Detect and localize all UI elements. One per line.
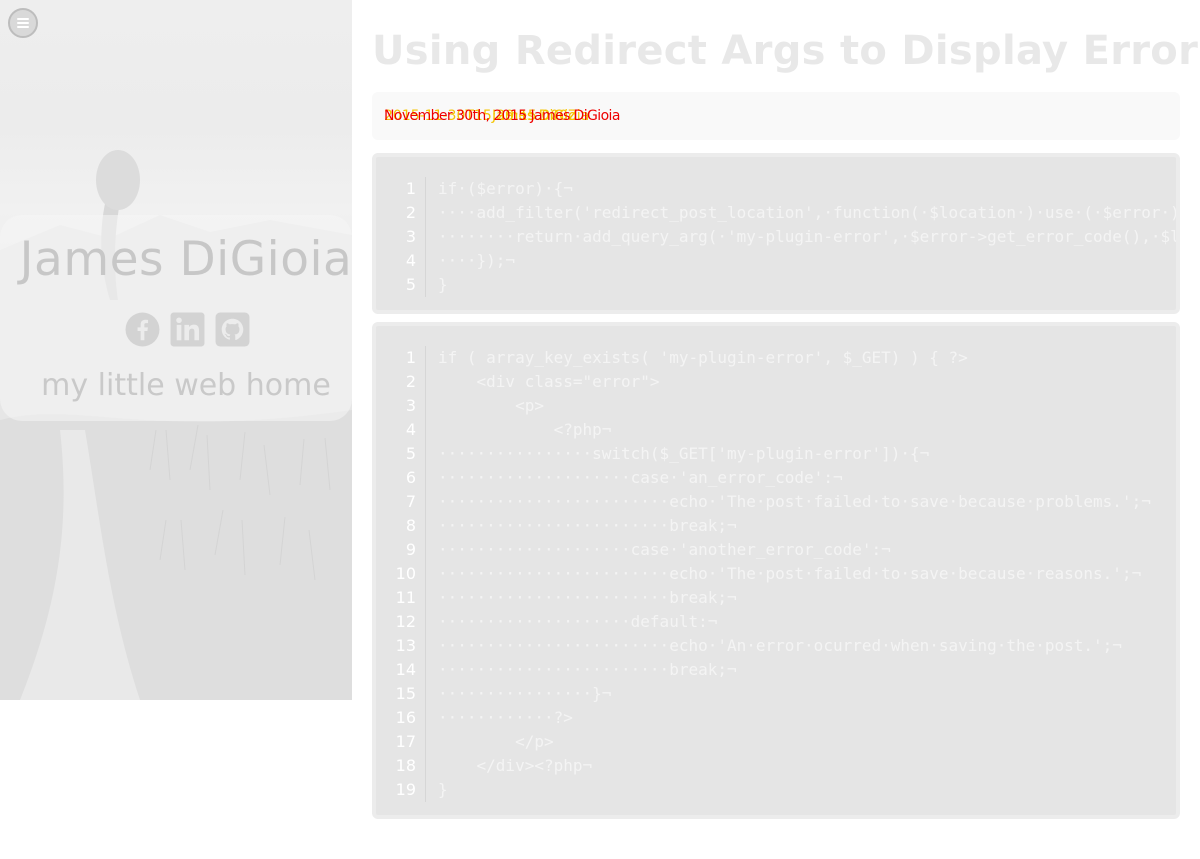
code-text: ····················default:¬ bbox=[438, 612, 718, 631]
line-number: 1 bbox=[405, 348, 416, 367]
code-text: } bbox=[438, 275, 448, 294]
post-title: Using Redirect Args to Display Errors bbox=[372, 28, 1200, 74]
code-line: 4 <?php¬ bbox=[376, 418, 1176, 442]
line-number: 18 bbox=[395, 756, 416, 775]
code-text: ············?> bbox=[438, 708, 573, 727]
code-line: 1 if ( array_key_exists( 'my-plugin-error… bbox=[376, 346, 1176, 370]
line-number: 9 bbox=[405, 540, 416, 559]
line-number: 17 bbox=[395, 732, 416, 751]
line-number: 3 bbox=[405, 227, 416, 246]
line-number: 16 bbox=[395, 708, 416, 727]
code-text: </div><?php¬ bbox=[438, 756, 593, 775]
code-line: 13 ························echo·'An·error… bbox=[376, 634, 1176, 658]
facebook-icon bbox=[125, 312, 160, 347]
code-block: 1 if·($error)·{¬ 2 ····add_filter('redirect… bbox=[372, 153, 1180, 314]
line-number: 4 bbox=[405, 420, 416, 439]
code-text: ····················case·'an_error_code'… bbox=[438, 468, 843, 487]
code-text: <div class="error"> bbox=[438, 372, 660, 391]
code-text: if·($error)·{¬ bbox=[438, 179, 573, 198]
code-text: </p> bbox=[438, 732, 554, 751]
code-line: 5} bbox=[376, 273, 1176, 297]
code-line: 11 ························break;¬ bbox=[376, 586, 1176, 610]
code-text: ····················case·'another_error_… bbox=[438, 540, 891, 559]
code-text: ························break;¬ bbox=[438, 660, 737, 679]
code-text: <?php¬ bbox=[438, 420, 612, 439]
sidebar: James DiGioia my little web home bbox=[0, 0, 352, 700]
menu-toggle-button[interactable] bbox=[8, 8, 38, 38]
line-number: 15 bbox=[395, 684, 416, 703]
code-text: <p> bbox=[438, 396, 544, 415]
code-text: ····add_filter('redirect_post_location',… bbox=[438, 203, 1180, 222]
code-text: if ( array_key_exists( 'my-plugin-error'… bbox=[438, 348, 968, 367]
line-number: 12 bbox=[395, 612, 416, 631]
code-line: 8 ························break;¬ bbox=[376, 514, 1176, 538]
social-links bbox=[124, 311, 251, 348]
line-number: 7 bbox=[405, 492, 416, 511]
code-line: 16 ············?> bbox=[376, 706, 1176, 730]
line-number: 13 bbox=[395, 636, 416, 655]
code-text: ························break;¬ bbox=[438, 588, 737, 607]
github-icon bbox=[215, 312, 250, 347]
line-number: 1 bbox=[405, 179, 416, 198]
line-number: 2 bbox=[405, 372, 416, 391]
line-number: 2 bbox=[405, 203, 416, 222]
code-line: 19} bbox=[376, 778, 1176, 802]
line-number: 6 bbox=[405, 468, 416, 487]
site-author-name[interactable]: James DiGioia bbox=[0, 232, 352, 287]
code-line: 7 ························echo·'The·post·… bbox=[376, 490, 1176, 514]
code-line: 15 ················}¬ bbox=[376, 682, 1176, 706]
line-number: 19 bbox=[395, 780, 416, 799]
code-line: 3 <p> bbox=[376, 394, 1176, 418]
facebook-link[interactable] bbox=[124, 311, 161, 348]
code-text: } bbox=[438, 780, 448, 799]
code-text: ························echo·'The·post·f… bbox=[438, 564, 1142, 583]
code-text: ········return·add_query_arg(·'my-plugin… bbox=[438, 227, 1180, 246]
code-line: 1 if·($error)·{¬ bbox=[376, 177, 1176, 201]
github-link[interactable] bbox=[214, 311, 251, 348]
code-line: 12 ····················default:¬ bbox=[376, 610, 1176, 634]
post-meta: 2015-11-30T15:29:15.000Z James DiGioia N… bbox=[384, 107, 620, 125]
code-line: 14 ························break;¬ bbox=[376, 658, 1176, 682]
code-block: 1 if ( array_key_exists( 'my-plugin-error… bbox=[372, 322, 1180, 819]
code-line: 3 ········return·add_query_arg(·'my-plugi… bbox=[376, 225, 1176, 249]
code-text: ························break;¬ bbox=[438, 516, 737, 535]
line-number: 4 bbox=[405, 251, 416, 270]
code-text: ························echo·'The·post·f… bbox=[438, 492, 1151, 511]
code-line: 2 <div class="error"> bbox=[376, 370, 1176, 394]
code-line: 9 ····················case·'another_error… bbox=[376, 538, 1176, 562]
site-tagline: my little web home bbox=[41, 368, 331, 403]
line-number: 11 bbox=[395, 588, 416, 607]
line-number: 8 bbox=[405, 516, 416, 535]
code-text: ························echo·'An·error·o… bbox=[438, 636, 1122, 655]
linkedin-link[interactable] bbox=[169, 311, 206, 348]
code-text: ················}¬ bbox=[438, 684, 612, 703]
line-number: 3 bbox=[405, 396, 416, 415]
code-line: 5 ················switch($_GET['my-plugin… bbox=[376, 442, 1176, 466]
hamburger-menu-icon bbox=[17, 18, 29, 20]
post-date-label: November 30th, 2015 James DiGioia bbox=[384, 108, 620, 124]
linkedin-icon bbox=[170, 312, 205, 347]
line-number: 10 bbox=[395, 564, 416, 583]
code-line: 18 </div><?php¬ bbox=[376, 754, 1176, 778]
line-number: 5 bbox=[405, 444, 416, 463]
line-number: 14 bbox=[395, 660, 416, 679]
post-meta-bar: 2015-11-30T15:29:15.000Z James DiGioia N… bbox=[372, 92, 1180, 140]
line-number: 5 bbox=[405, 275, 416, 294]
code-line: 17 </p> bbox=[376, 730, 1176, 754]
code-text: ················switch($_GET['my-plugin-… bbox=[438, 444, 930, 463]
code-line: 10 ························echo·'The·post… bbox=[376, 562, 1176, 586]
code-text: ····});¬ bbox=[438, 251, 516, 270]
code-line: 2 ····add_filter('redirect_post_location'… bbox=[376, 201, 1176, 225]
code-line: 6 ····················case·'an_error_code… bbox=[376, 466, 1176, 490]
code-line: 4 ····});¬ bbox=[376, 249, 1176, 273]
